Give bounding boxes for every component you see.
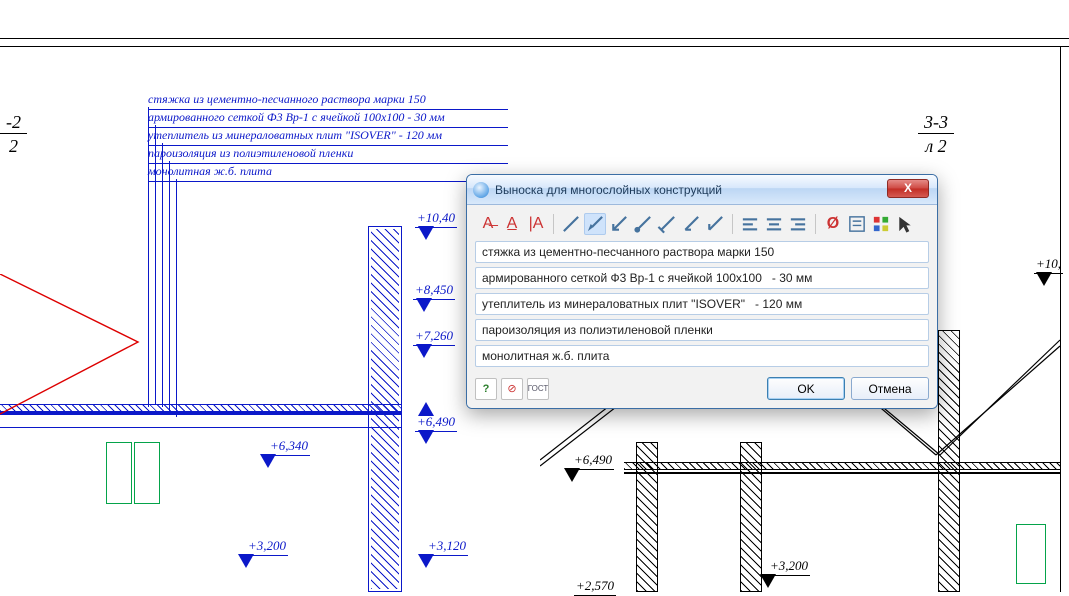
layer-input-1[interactable] bbox=[475, 241, 929, 263]
arrow-none-icon[interactable] bbox=[560, 213, 582, 235]
dialog-footer: ? ⊘ ГОСТ OK Отмена bbox=[475, 371, 929, 400]
elev-8450-arrow bbox=[416, 298, 432, 312]
leader-5 bbox=[176, 179, 177, 417]
layer-input-2[interactable] bbox=[475, 267, 929, 289]
close-button[interactable]: X bbox=[887, 179, 929, 198]
pier-black-3 bbox=[938, 330, 960, 592]
layer-input-5[interactable] bbox=[475, 345, 929, 367]
floor-slab-right bbox=[624, 462, 1060, 470]
toolbar: A̶ A̲ |A Ø bbox=[475, 211, 929, 241]
elev-2570: +2,570 bbox=[574, 578, 616, 596]
floor-slab-right-base bbox=[624, 472, 1060, 474]
arrow-tick-icon[interactable] bbox=[656, 213, 678, 235]
leader-type-1-icon[interactable]: A̶ bbox=[477, 213, 499, 235]
leader-2 bbox=[155, 125, 156, 405]
leader-type-2-icon[interactable]: A̲ bbox=[501, 213, 523, 235]
leader-4 bbox=[169, 161, 170, 411]
frame-top-inner bbox=[0, 46, 1069, 47]
pier-black-1 bbox=[636, 442, 658, 592]
frame-top-outer bbox=[0, 38, 1069, 39]
arrow-half-icon[interactable] bbox=[680, 213, 702, 235]
align-center-icon[interactable] bbox=[763, 213, 785, 235]
app-icon bbox=[473, 182, 489, 198]
note-line-4: пароизоляция из полиэтиленовой пленки bbox=[148, 146, 508, 164]
door-2 bbox=[134, 442, 160, 504]
elev-1040-arrow bbox=[418, 226, 434, 240]
door-1 bbox=[106, 442, 132, 504]
arrow-half2-icon[interactable] bbox=[704, 213, 726, 235]
section-mark-right-top: 3-3 bbox=[918, 112, 954, 134]
elev-3200-arrow bbox=[238, 554, 254, 568]
section-mark-right-bottom: л 2 bbox=[918, 134, 954, 157]
dialog-titlebar[interactable]: Выноска для многослойных конструкций X bbox=[467, 175, 937, 205]
cancel-button[interactable]: Отмена bbox=[851, 377, 929, 400]
elev-6490-right-arrow bbox=[564, 468, 580, 482]
elev-6340-arrow bbox=[260, 454, 276, 468]
layer-input-4[interactable] bbox=[475, 319, 929, 341]
elev-6490-arrow bbox=[418, 402, 434, 416]
color-icon[interactable] bbox=[870, 213, 892, 235]
window-right bbox=[1016, 524, 1046, 584]
note-line-1: стяжка из цементно-песчанного раствора м… bbox=[148, 92, 508, 110]
section-mark-left-bottom: 2 bbox=[0, 134, 27, 157]
notebook-icon[interactable] bbox=[846, 213, 868, 235]
elev-10-right-arrow bbox=[1036, 272, 1052, 286]
note-line-5: монолитная ж.б. плита bbox=[148, 164, 508, 182]
note-line-3: утеплитель из минераловатных плит "ISOVE… bbox=[148, 128, 508, 146]
section-mark-left-top: -2 bbox=[0, 112, 27, 134]
layer-input-3[interactable] bbox=[475, 293, 929, 315]
section-mark-right: 3-3 л 2 bbox=[918, 112, 954, 157]
toolbar-sep-2 bbox=[732, 214, 733, 234]
align-right-icon[interactable] bbox=[787, 213, 809, 235]
leader-dialog: Выноска для многослойных конструкций X A… bbox=[466, 174, 938, 409]
roof-left-red bbox=[0, 274, 140, 416]
ok-button[interactable]: OK bbox=[767, 377, 845, 400]
elev-3200-right-arrow bbox=[760, 574, 776, 588]
line-under-slab-left bbox=[0, 427, 402, 428]
pier-black-2 bbox=[740, 442, 762, 592]
arrow-open-icon[interactable] bbox=[608, 213, 630, 235]
elev-7260-arrow bbox=[416, 344, 432, 358]
wall-pier-hatch bbox=[371, 229, 399, 589]
help-icon[interactable]: ? bbox=[475, 378, 497, 400]
toolbar-sep-3 bbox=[815, 214, 816, 234]
cursor-icon[interactable] bbox=[894, 213, 916, 235]
align-left-icon[interactable] bbox=[739, 213, 761, 235]
no-symbol-icon[interactable]: ⊘ bbox=[501, 378, 523, 400]
elev-6490-arrow-down bbox=[418, 430, 434, 444]
leader-3 bbox=[162, 143, 163, 407]
leader-1 bbox=[148, 107, 149, 407]
note-line-2: армированного сеткой Ф3 Вр-1 с ячейкой 1… bbox=[148, 110, 508, 128]
dialog-body: A̶ A̲ |A Ø ? bbox=[467, 205, 937, 408]
section-mark-left: -2 2 bbox=[0, 112, 27, 157]
gost-icon[interactable]: ГОСТ bbox=[527, 378, 549, 400]
dialog-title: Выноска для многослойных конструкций bbox=[495, 183, 931, 197]
elev-3120-arrow bbox=[418, 554, 434, 568]
arrow-filled-icon[interactable] bbox=[584, 213, 606, 235]
wall-pier bbox=[368, 226, 402, 592]
leader-type-3-icon[interactable]: |A bbox=[525, 213, 547, 235]
arrow-dot-icon[interactable] bbox=[632, 213, 654, 235]
diameter-icon[interactable]: Ø bbox=[822, 213, 844, 235]
toolbar-sep-1 bbox=[553, 214, 554, 234]
